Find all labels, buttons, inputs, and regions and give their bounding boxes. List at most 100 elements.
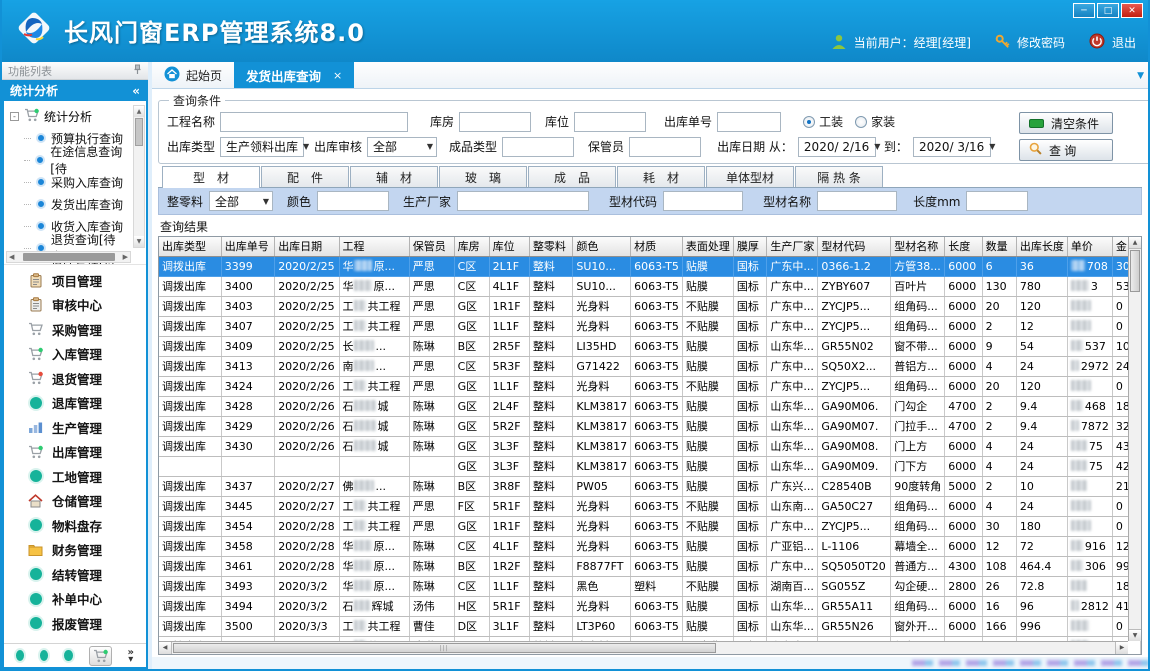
table-row[interactable]: 调拨出库34372020/2/27佛...陈琳B区3R8F整料PW056063-… bbox=[159, 476, 1141, 496]
column-header[interactable]: 生产厂家 bbox=[767, 237, 818, 256]
module-dot-icon[interactable] bbox=[40, 650, 48, 661]
sidebar-item-结转管理[interactable]: 结转管理 bbox=[4, 562, 146, 587]
scroll-down-icon[interactable]: ▼ bbox=[1129, 629, 1141, 641]
date-from-select[interactable]: 2020/ 2/16▼ bbox=[798, 137, 876, 157]
whole-part-select[interactable]: 全部▼ bbox=[209, 191, 273, 211]
tree-item-3[interactable]: 采购入库查询 bbox=[10, 171, 130, 193]
tab-close-icon[interactable]: × bbox=[333, 69, 342, 82]
horizontal-scroll-thumb[interactable]: ||| bbox=[173, 643, 716, 653]
vertical-scroll-thumb[interactable] bbox=[1130, 250, 1140, 292]
sidebar-item-生产管理[interactable]: 生产管理 bbox=[4, 415, 146, 440]
table-row[interactable]: 调拨出库34302020/2/26石城陈琳G区3L3F整料KLM38176063… bbox=[159, 436, 1141, 456]
profile-name-input[interactable] bbox=[817, 191, 897, 211]
tab-home[interactable]: 起始页 bbox=[152, 62, 234, 88]
sidebar-item-入库管理[interactable]: 入库管理 bbox=[4, 342, 146, 367]
material-tab-6[interactable]: 耗 材 bbox=[617, 166, 705, 187]
column-header[interactable]: 出库类型 bbox=[159, 237, 221, 256]
table-row[interactable]: 调拨出库34242020/2/26工共工程严思G区1L1F整料光身料6063-T… bbox=[159, 376, 1141, 396]
tree-vertical-scrollbar[interactable]: ▲ ▼ bbox=[133, 105, 145, 248]
column-header[interactable]: 材质 bbox=[631, 237, 683, 256]
clear-conditions-button[interactable]: 清空条件 bbox=[1019, 112, 1113, 134]
product-type-input[interactable] bbox=[502, 137, 574, 157]
location-input[interactable] bbox=[574, 112, 646, 132]
table-row[interactable]: 调拨出库35002020/3/3工共工程曹佳D区3L1F整料LT3P606063… bbox=[159, 616, 1141, 636]
sidebar-item-退库管理[interactable]: 退库管理 bbox=[4, 391, 146, 416]
collapse-sidebar-icon[interactable]: « bbox=[132, 84, 140, 98]
column-header[interactable]: 数量 bbox=[982, 237, 1016, 256]
column-header[interactable]: 工程 bbox=[339, 237, 409, 256]
module-dot-icon[interactable] bbox=[16, 650, 24, 661]
vertical-scrollbar[interactable]: ▲ ▼ bbox=[1128, 237, 1141, 641]
material-tab-2[interactable]: 配 件 bbox=[261, 166, 349, 187]
length-input[interactable] bbox=[966, 191, 1028, 211]
horizontal-scrollbar[interactable]: ◀ ||| ▶ bbox=[159, 641, 1128, 654]
table-row[interactable]: 调拨出库33992020/2/25华原...严思C区2L1F整料SU10...6… bbox=[159, 256, 1141, 276]
out-type-select[interactable]: 生产领料出库▼ bbox=[220, 137, 304, 157]
project-name-input[interactable] bbox=[220, 112, 408, 132]
keeper-input[interactable] bbox=[629, 137, 701, 157]
table-row[interactable]: 调拨出库34292020/2/26石城陈琳G区5R2F整料KLM38176063… bbox=[159, 416, 1141, 436]
sidebar-item-物料盘存[interactable]: 物料盘存 bbox=[4, 513, 146, 538]
tree-collapse-icon[interactable]: - bbox=[10, 112, 19, 121]
sidebar-item-采购管理[interactable]: 采购管理 bbox=[4, 317, 146, 342]
table-row[interactable]: 调拨出库34032020/2/25工共工程严思G区1R1F整料光身料6063-T… bbox=[159, 296, 1141, 316]
module-cart-button[interactable] bbox=[89, 646, 112, 666]
column-header[interactable]: 单价 bbox=[1067, 237, 1112, 256]
scroll-down-icon[interactable]: ▼ bbox=[134, 236, 144, 247]
tree-item-2[interactable]: 在途信息查询[待 bbox=[10, 149, 130, 171]
column-header[interactable]: 出库单号 bbox=[221, 237, 274, 256]
table-row[interactable]: 调拨出库34072020/2/25工共工程严思G区1L1F整料光身料6063-T… bbox=[159, 316, 1141, 336]
column-header[interactable]: 型材名称 bbox=[891, 237, 945, 256]
pin-icon[interactable] bbox=[133, 64, 142, 78]
table-row[interactable]: 调拨出库34942020/3/2石辉城汤伟H区5R1F整料光身料6063-T5贴… bbox=[159, 596, 1141, 616]
maximize-button[interactable]: □ bbox=[1097, 3, 1119, 18]
sidebar-item-项目管理[interactable]: 项目管理 bbox=[4, 268, 146, 293]
change-password-link[interactable]: 修改密码 bbox=[1017, 34, 1065, 51]
table-row[interactable]: G区3L3F整料KLM38176063-T5贴膜国标山东华...GA90M09.… bbox=[159, 456, 1141, 476]
sidebar-item-工地管理[interactable]: 工地管理 bbox=[4, 464, 146, 489]
profile-code-input[interactable] bbox=[663, 191, 743, 211]
material-tab-8[interactable]: 隔 热 条 bbox=[795, 166, 883, 187]
column-header[interactable]: 长度 bbox=[945, 237, 982, 256]
scroll-right-icon[interactable]: ▶ bbox=[123, 253, 128, 261]
factory-input[interactable] bbox=[457, 191, 589, 211]
scroll-right-icon[interactable]: ▶ bbox=[1115, 642, 1128, 654]
order-no-input[interactable] bbox=[717, 112, 781, 132]
sidebar-item-补单中心[interactable]: 补单中心 bbox=[4, 587, 146, 612]
table-row[interactable]: 调拨出库34932020/3/2华原...陈琳C区1L1F整料黑色塑料不贴膜国标… bbox=[159, 576, 1141, 596]
table-row[interactable]: 调拨出库34132020/2/26南...严思C区5R3F整料G71422606… bbox=[159, 356, 1141, 376]
table-row[interactable]: 调拨出库34002020/2/25华原...严思C区4L1F整料SU10...6… bbox=[159, 276, 1141, 296]
table-row[interactable]: 调拨出库34612020/2/28华原...陈琳B区1R2F整料F8877FT6… bbox=[159, 556, 1141, 576]
sidebar-item-退货管理[interactable]: 退货管理 bbox=[4, 366, 146, 391]
sidebar-item-报废管理[interactable]: 报废管理 bbox=[4, 611, 146, 636]
table-row[interactable]: 调拨出库34282020/2/26石城陈琳G区2L4F整料KLM38176063… bbox=[159, 396, 1141, 416]
material-tab-4[interactable]: 玻 璃 bbox=[439, 166, 527, 187]
module-dot-icon[interactable] bbox=[64, 650, 72, 661]
material-tab-3[interactable]: 辅 材 bbox=[350, 166, 438, 187]
sidebar-item-出库管理[interactable]: 出库管理 bbox=[4, 440, 146, 465]
column-header[interactable]: 库位 bbox=[489, 237, 529, 256]
audit-select[interactable]: 全部▼ bbox=[367, 137, 437, 157]
scroll-left-icon[interactable]: ◀ bbox=[159, 642, 172, 654]
material-tab-5[interactable]: 成 品 bbox=[528, 166, 616, 187]
scroll-up-icon[interactable]: ▲ bbox=[1129, 237, 1141, 249]
tree-item-4[interactable]: 发货出库查询 bbox=[10, 193, 130, 215]
material-tab-1[interactable]: 型 材 bbox=[162, 166, 260, 188]
column-header[interactable]: 颜色 bbox=[573, 237, 631, 256]
logout-link[interactable]: 退出 bbox=[1112, 34, 1136, 51]
tree-horizontal-scrollbar[interactable]: ◀ ▶ bbox=[6, 251, 131, 263]
column-header[interactable]: 库房 bbox=[454, 237, 489, 256]
column-header[interactable]: 整零料 bbox=[529, 237, 573, 256]
tab-overflow-dropdown-icon[interactable]: ▼ bbox=[1137, 71, 1144, 81]
color-input[interactable] bbox=[317, 191, 389, 211]
column-header[interactable]: 出库长度 bbox=[1016, 237, 1067, 256]
minimize-button[interactable]: ─ bbox=[1073, 3, 1095, 18]
radio-gongzhuang[interactable]: 工装 bbox=[803, 113, 843, 130]
sidebar-item-财务管理[interactable]: 财务管理 bbox=[4, 538, 146, 563]
date-to-select[interactable]: 2020/ 3/16▼ bbox=[913, 137, 991, 157]
warehouse-input[interactable] bbox=[459, 112, 531, 132]
search-button[interactable]: 查 询 bbox=[1019, 139, 1113, 161]
table-row[interactable]: 调拨出库34452020/2/27工共工程严思F区5R1F整料光身料6063-T… bbox=[159, 496, 1141, 516]
scroll-left-icon[interactable]: ◀ bbox=[9, 253, 14, 261]
tree-root[interactable]: - 统计分析 bbox=[10, 105, 130, 127]
